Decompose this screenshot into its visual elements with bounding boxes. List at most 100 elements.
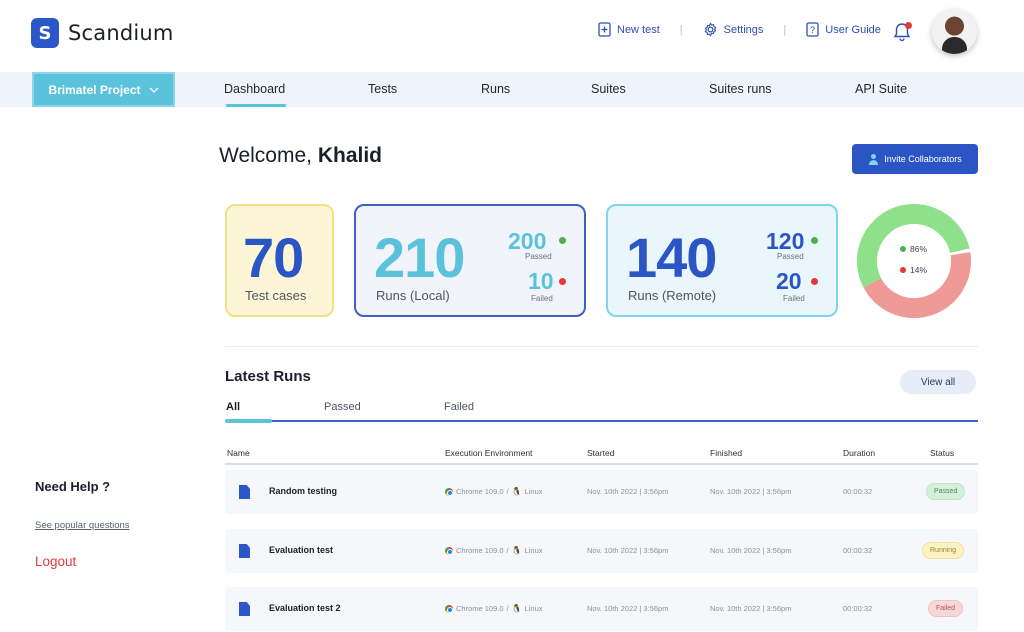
status-badge: Failed (928, 600, 964, 617)
filter-tabs-line (225, 420, 978, 422)
settings-label: Settings (723, 23, 764, 36)
local-runs-count: 210 (374, 226, 465, 289)
browser-version: Chrome 109.0 (456, 487, 504, 496)
separator: | (783, 23, 787, 36)
divider (225, 346, 978, 347)
failed-dot (900, 267, 906, 273)
started-time: Nov. 10th 2022 | 3:56pm (587, 546, 669, 555)
project-selector[interactable]: Brimatel Project (32, 72, 175, 107)
test-cases-card[interactable]: 70 Test cases (225, 204, 334, 317)
linux-icon: 🐧 (511, 487, 522, 496)
chrome-icon (445, 604, 453, 613)
notification-dot (905, 22, 912, 29)
chrome-icon (445, 487, 453, 496)
local-passed-label: Passed (525, 252, 552, 261)
test-cases-label: Test cases (245, 288, 307, 303)
top-actions: New test | Settings | ? User Guide (598, 22, 881, 37)
linux-icon: 🐧 (511, 604, 522, 613)
remote-failed-count: 20 (776, 268, 802, 294)
new-test-icon (598, 22, 611, 37)
donut-fail-pct: 14% (910, 265, 928, 275)
linux-icon: 🐧 (511, 546, 522, 555)
app-logo[interactable]: S Scandium (31, 18, 174, 48)
duration: 00:00:32 (843, 546, 873, 555)
finished-time: Nov. 10th 2022 | 3:56pm (710, 546, 792, 555)
local-runs-card[interactable]: 210 Runs (Local) 200 Passed 10 Failed (354, 204, 586, 317)
document-icon (239, 602, 250, 616)
remote-passed-label: Passed (777, 252, 804, 261)
logout-link[interactable]: Logout (35, 554, 76, 569)
project-name: Brimatel Project (48, 82, 141, 97)
filter-tab-all[interactable]: All (226, 401, 240, 413)
run-name: Evaluation test 2 (269, 603, 341, 613)
duration: 00:00:32 (843, 604, 873, 613)
tab-tests[interactable]: Tests (368, 82, 397, 96)
settings-button[interactable]: Settings (703, 22, 764, 37)
browser-version: Chrome 109.0 (456, 604, 504, 613)
invite-label: Invite Collaborators (884, 154, 962, 164)
execution-environment: Chrome 109.0 / 🐧 Linux (445, 546, 543, 555)
started-time: Nov. 10th 2022 | 3:56pm (587, 487, 669, 496)
donut-pass-label: 86% (900, 244, 927, 254)
passed-dot (811, 237, 818, 244)
tab-suites[interactable]: Suites (591, 82, 626, 96)
person-icon (868, 153, 879, 165)
app-name: Scandium (68, 21, 174, 45)
view-all-button[interactable]: View all (900, 370, 976, 394)
remote-failed-label: Failed (783, 294, 805, 303)
active-tab-indicator (226, 104, 286, 107)
new-test-button[interactable]: New test (598, 22, 660, 37)
document-icon (239, 485, 250, 499)
execution-environment: Chrome 109.0 / 🐧 Linux (445, 604, 543, 613)
remote-passed-count: 120 (766, 228, 805, 254)
invite-collaborators-button[interactable]: Invite Collaborators (852, 144, 978, 174)
tab-api-suite[interactable]: API Suite (855, 82, 907, 96)
local-failed-label: Failed (531, 294, 553, 303)
table-row[interactable]: Evaluation test Chrome 109.0 / 🐧 Linux N… (225, 529, 978, 573)
column-header-name: Name (227, 448, 250, 458)
execution-environment: Chrome 109.0 / 🐧 Linux (445, 487, 543, 496)
tab-suites-runs[interactable]: Suites runs (709, 82, 772, 96)
remote-runs-card[interactable]: 140 Runs (Remote) 120 Passed 20 Failed (606, 204, 838, 317)
started-time: Nov. 10th 2022 | 3:56pm (587, 604, 669, 613)
local-passed-count: 200 (508, 228, 547, 254)
avatar[interactable] (932, 9, 977, 54)
popular-questions-link[interactable]: See popular questions (35, 520, 130, 531)
tab-dashboard[interactable]: Dashboard (224, 82, 285, 96)
browser-version: Chrome 109.0 (456, 546, 504, 555)
column-header-started: Started (587, 448, 615, 458)
document-icon (239, 544, 250, 558)
status-badge: Running (922, 542, 965, 559)
remote-runs-count: 140 (626, 226, 717, 289)
finished-time: Nov. 10th 2022 | 3:56pm (710, 604, 792, 613)
duration: 00:00:32 (843, 487, 873, 496)
active-filter-indicator (225, 419, 272, 423)
column-header-environment: Execution Environment (445, 448, 533, 458)
column-header-duration: Duration (843, 448, 876, 458)
column-header-status: Status (930, 448, 955, 458)
os-name: Linux (524, 604, 543, 613)
new-test-label: New test (617, 23, 660, 36)
chevron-down-icon (149, 87, 158, 93)
user-guide-button[interactable]: ? User Guide (806, 22, 881, 37)
table-row[interactable]: Random testing Chrome 109.0 / 🐧 Linux No… (225, 470, 978, 514)
donut-hole (877, 224, 951, 298)
run-name: Evaluation test (269, 545, 334, 555)
user-guide-label: User Guide (825, 23, 881, 36)
column-header-finished: Finished (710, 448, 743, 458)
filter-tab-passed[interactable]: Passed (324, 401, 361, 413)
local-runs-label: Runs (Local) (376, 288, 450, 303)
os-name: Linux (524, 487, 543, 496)
filter-tab-failed[interactable]: Failed (444, 401, 474, 413)
finished-time: Nov. 10th 2022 | 3:56pm (710, 487, 792, 496)
gear-icon (704, 22, 716, 37)
latest-runs-title: Latest Runs (225, 368, 311, 385)
table-row[interactable]: Evaluation test 2 Chrome 109.0 / 🐧 Linux… (225, 587, 978, 631)
run-name: Random testing (269, 486, 338, 496)
help-book-icon: ? (806, 22, 819, 37)
svg-text:?: ? (810, 25, 815, 35)
page-title: Welcome, Khalid (219, 144, 382, 168)
passed-dot (900, 246, 906, 252)
need-help-heading: Need Help ? (35, 479, 111, 494)
tab-runs[interactable]: Runs (481, 82, 510, 96)
